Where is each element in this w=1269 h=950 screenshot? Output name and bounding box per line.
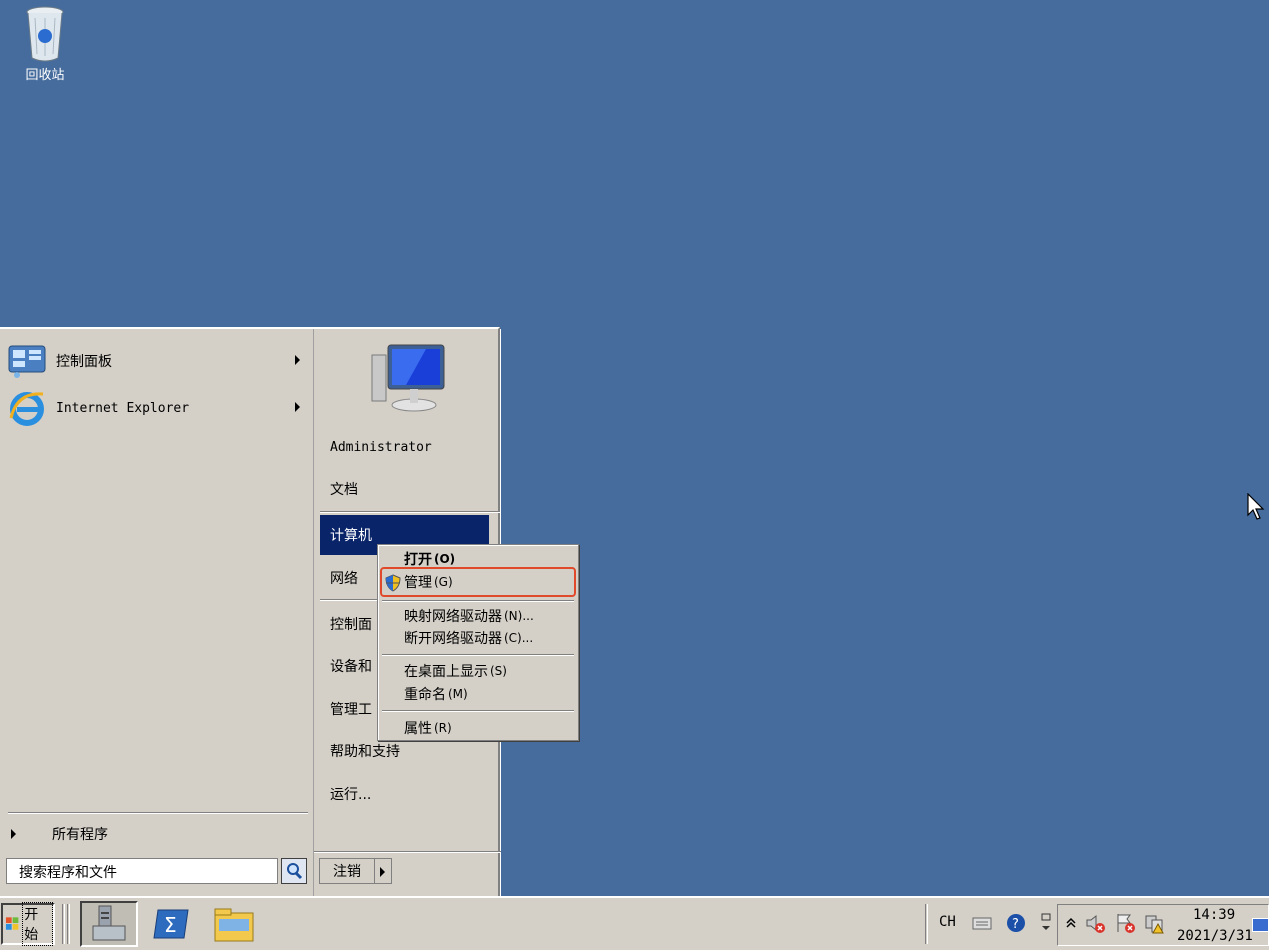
menu-item-accel: (G) xyxy=(434,575,453,589)
powershell-icon: Σ xyxy=(153,909,189,939)
shutdown-options-button[interactable] xyxy=(374,858,392,884)
control-panel-icon xyxy=(6,341,48,381)
program-internet-explorer[interactable]: Internet Explorer xyxy=(6,388,306,428)
keyboard-icon[interactable] xyxy=(971,912,993,934)
menu-item-accel: (N)... xyxy=(504,609,534,623)
menu-item-accel: (C)... xyxy=(504,631,534,645)
program-label: Internet Explorer xyxy=(56,400,190,416)
start-button[interactable]: 开始 xyxy=(1,902,55,946)
submenu-arrow-icon xyxy=(295,402,300,412)
svg-text:Σ: Σ xyxy=(164,913,177,937)
divider xyxy=(925,904,928,944)
start-label: 开始 xyxy=(22,902,53,946)
divider xyxy=(62,904,65,944)
uac-shield-icon xyxy=(385,574,401,592)
show-desktop-button[interactable] xyxy=(1252,918,1269,932)
language-indicator[interactable]: CH xyxy=(939,914,956,930)
menu-item-accel: (O) xyxy=(434,552,456,566)
menu-item-accel: (S) xyxy=(490,664,507,678)
expand-arrow-icon xyxy=(11,829,16,839)
submenu-arrow-icon xyxy=(295,355,300,365)
volume-muted-icon[interactable] xyxy=(1084,912,1106,934)
menu-item-label: 在桌面上显示 xyxy=(404,664,488,680)
menu-item-accel: (R) xyxy=(434,721,452,735)
program-label: 控制面板 xyxy=(56,354,112,370)
logoff-button[interactable]: 注销 xyxy=(319,858,375,884)
menu-item-label: 映射网络驱动器 xyxy=(404,609,502,625)
taskbar-app-powershell[interactable]: Σ xyxy=(142,901,200,947)
menu-item-disconnect-network-drive[interactable]: 断开网络驱动器 (C)... xyxy=(404,627,533,649)
taskbar-app-server-manager[interactable] xyxy=(80,901,138,947)
menu-item-accel: (M) xyxy=(448,687,468,701)
clock-date[interactable]: 2021/3/31 xyxy=(1177,928,1253,944)
divider xyxy=(320,511,500,513)
divider xyxy=(67,904,70,944)
menu-item-show-on-desktop[interactable]: 在桌面上显示 (S) xyxy=(404,660,507,682)
windows-logo-icon xyxy=(5,917,19,930)
internet-explorer-icon xyxy=(6,388,48,428)
menu-item-label: 打开 xyxy=(404,552,432,568)
divider xyxy=(382,710,574,712)
help-icon[interactable]: ? xyxy=(1005,912,1027,934)
menu-item-properties[interactable]: 属性 (R) xyxy=(404,717,452,739)
start-menu-programs-pane: 控制面板 Internet Explorer 所有程序 搜索程序和文件 xyxy=(0,329,312,896)
network-warning-icon[interactable] xyxy=(1144,912,1166,934)
program-control-panel[interactable]: 控制面板 xyxy=(6,341,306,381)
run-link[interactable]: 运行... xyxy=(330,779,495,809)
taskbar-app-file-explorer[interactable] xyxy=(205,901,263,947)
computer-icon xyxy=(371,344,445,412)
svg-text:?: ? xyxy=(1012,917,1019,932)
menu-item-label: 管理 xyxy=(404,575,432,591)
divider xyxy=(382,600,574,602)
menu-item-map-network-drive[interactable]: 映射网络驱动器 (N)... xyxy=(404,605,534,627)
show-hidden-icons-icon[interactable] xyxy=(1060,912,1082,934)
search-button[interactable] xyxy=(281,858,307,884)
recycle-bin-label: 回收站 xyxy=(25,68,65,83)
divider xyxy=(314,851,501,853)
all-programs-button[interactable]: 所有程序 xyxy=(6,822,306,846)
mouse-cursor-icon xyxy=(1247,493,1265,520)
file-explorer-icon xyxy=(214,908,254,942)
server-manager-icon xyxy=(92,905,126,941)
divider xyxy=(382,654,574,656)
recycle-bin-icon xyxy=(26,6,64,62)
all-programs-label: 所有程序 xyxy=(52,827,108,843)
context-menu: 打开 (O) 管理 (G) 映射网络驱动器 (N)... 断开网络驱动器 (C)... … xyxy=(377,544,579,741)
documents-link[interactable]: 文档 xyxy=(330,474,495,504)
search-icon xyxy=(287,863,303,880)
menu-item-label: 重命名 xyxy=(404,687,446,703)
user-folder-link[interactable]: Administrator xyxy=(330,432,495,462)
clock-time[interactable]: 14:39 xyxy=(1193,907,1235,923)
taskbar: 开始 Σ CH ? 14:39 2021/3/31 xyxy=(0,896,1269,950)
recycle-bin[interactable]: 回收站 xyxy=(16,4,74,83)
action-center-icon[interactable] xyxy=(1114,912,1136,934)
menu-item-label: 属性 xyxy=(404,721,432,737)
menu-item-label: 断开网络驱动器 xyxy=(404,631,502,647)
menu-item-rename[interactable]: 重命名 (M) xyxy=(404,683,468,705)
options-icon[interactable] xyxy=(1035,912,1057,934)
search-input[interactable]: 搜索程序和文件 xyxy=(6,858,278,884)
menu-item-manage[interactable]: 管理 (G) xyxy=(404,571,453,593)
divider xyxy=(8,812,308,814)
